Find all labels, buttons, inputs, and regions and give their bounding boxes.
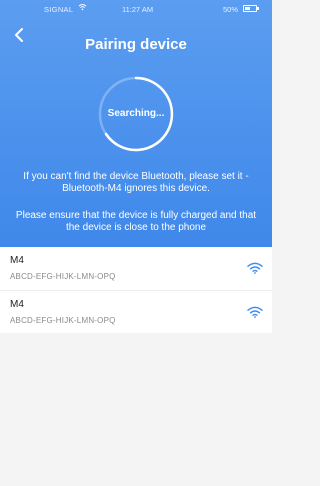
status-bar: SIGNAL 11:27 AM 50% [0, 0, 272, 18]
device-row[interactable]: M4 ABCD-EFG-HIJK-LMN-OPQ [0, 247, 272, 290]
searching-label: Searching... [107, 108, 165, 119]
status-wifi-icon [78, 3, 87, 13]
searching-spinner: Searching... [96, 74, 176, 154]
battery-tip [257, 7, 259, 10]
battery-percent: 50% [223, 5, 239, 14]
device-name: M4 [10, 255, 24, 266]
wifi-signal-icon [247, 262, 263, 274]
header: SIGNAL 11:27 AM 50% Pairing device Searc… [0, 0, 272, 247]
charge-notice: Please ensure that the device is fully c… [15, 210, 257, 233]
battery-icon [243, 5, 257, 12]
carrier-label: SIGNAL [44, 5, 74, 14]
wifi-signal-icon [247, 306, 263, 318]
status-time: 11:27 AM [122, 5, 154, 14]
battery-fill [245, 7, 250, 10]
page-title: Pairing device [85, 36, 187, 53]
bluetooth-notice: If you can't find the device Bluetooth, … [23, 171, 249, 194]
device-name: M4 [10, 299, 24, 310]
device-list: M4 ABCD-EFG-HIJK-LMN-OPQ M4 ABCD-EFG-HIJ… [0, 247, 272, 333]
device-id: ABCD-EFG-HIJK-LMN-OPQ [10, 316, 116, 325]
device-row[interactable]: M4 ABCD-EFG-HIJK-LMN-OPQ [0, 290, 272, 333]
device-id: ABCD-EFG-HIJK-LMN-OPQ [10, 272, 116, 281]
